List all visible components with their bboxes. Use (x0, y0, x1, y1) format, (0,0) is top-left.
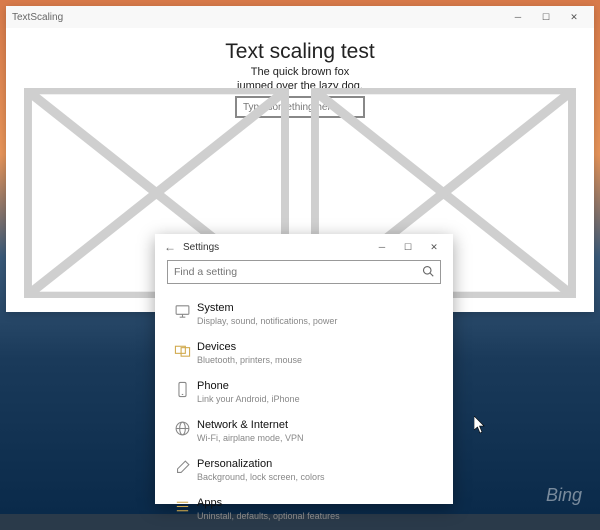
settings-item-devices[interactable]: Devices Bluetooth, printers, mouse (169, 335, 439, 374)
item-subtitle: Link your Android, iPhone (197, 394, 439, 405)
settings-item-system[interactable]: System Display, sound, notifications, po… (169, 296, 439, 335)
maximize-button[interactable]: ☐ (532, 6, 560, 28)
bing-watermark: Bing (546, 485, 582, 506)
personalization-icon (169, 458, 195, 476)
item-subtitle: Bluetooth, printers, mouse (197, 355, 439, 366)
item-subtitle: Display, sound, notifications, power (197, 316, 439, 327)
item-title: Network & Internet (197, 419, 439, 432)
settings-minimize-button[interactable]: ─ (369, 234, 395, 260)
search-icon (422, 265, 434, 280)
app-titlebar[interactable]: TextScaling ─ ☐ ✕ (6, 6, 594, 28)
devices-icon (169, 341, 195, 359)
app-heading: Text scaling test (24, 40, 576, 64)
item-subtitle: Wi-Fi, airplane mode, VPN (197, 433, 439, 444)
system-icon (169, 302, 195, 320)
item-subtitle: Uninstall, defaults, optional features (197, 511, 439, 522)
settings-list: System Display, sound, notifications, po… (155, 292, 453, 530)
app-title: TextScaling (12, 12, 504, 23)
settings-item-apps[interactable]: Apps Uninstall, defaults, optional featu… (169, 491, 439, 530)
item-title: Apps (197, 497, 439, 510)
settings-title: Settings (181, 242, 369, 253)
settings-window: ← Settings ─ ☐ ✕ System Display, sound, … (155, 234, 453, 504)
item-title: Phone (197, 380, 439, 393)
settings-titlebar[interactable]: ← Settings ─ ☐ ✕ (155, 234, 453, 260)
network-icon (169, 419, 195, 437)
settings-item-network[interactable]: Network & Internet Wi-Fi, airplane mode,… (169, 413, 439, 452)
item-title: Devices (197, 341, 439, 354)
settings-item-personalization[interactable]: Personalization Background, lock screen,… (169, 452, 439, 491)
back-button[interactable]: ← (159, 240, 181, 254)
minimize-button[interactable]: ─ (504, 6, 532, 28)
item-subtitle: Background, lock screen, colors (197, 472, 439, 483)
settings-close-button[interactable]: ✕ (421, 234, 447, 260)
search-box[interactable] (167, 260, 441, 284)
close-button[interactable]: ✕ (560, 6, 588, 28)
search-input[interactable] (174, 266, 422, 278)
item-title: Personalization (197, 458, 439, 471)
app-subtext-1: The quick brown fox (24, 66, 576, 78)
item-title: System (197, 302, 439, 315)
phone-icon (169, 380, 195, 398)
settings-item-phone[interactable]: Phone Link your Android, iPhone (169, 374, 439, 413)
settings-maximize-button[interactable]: ☐ (395, 234, 421, 260)
apps-icon (169, 497, 195, 515)
